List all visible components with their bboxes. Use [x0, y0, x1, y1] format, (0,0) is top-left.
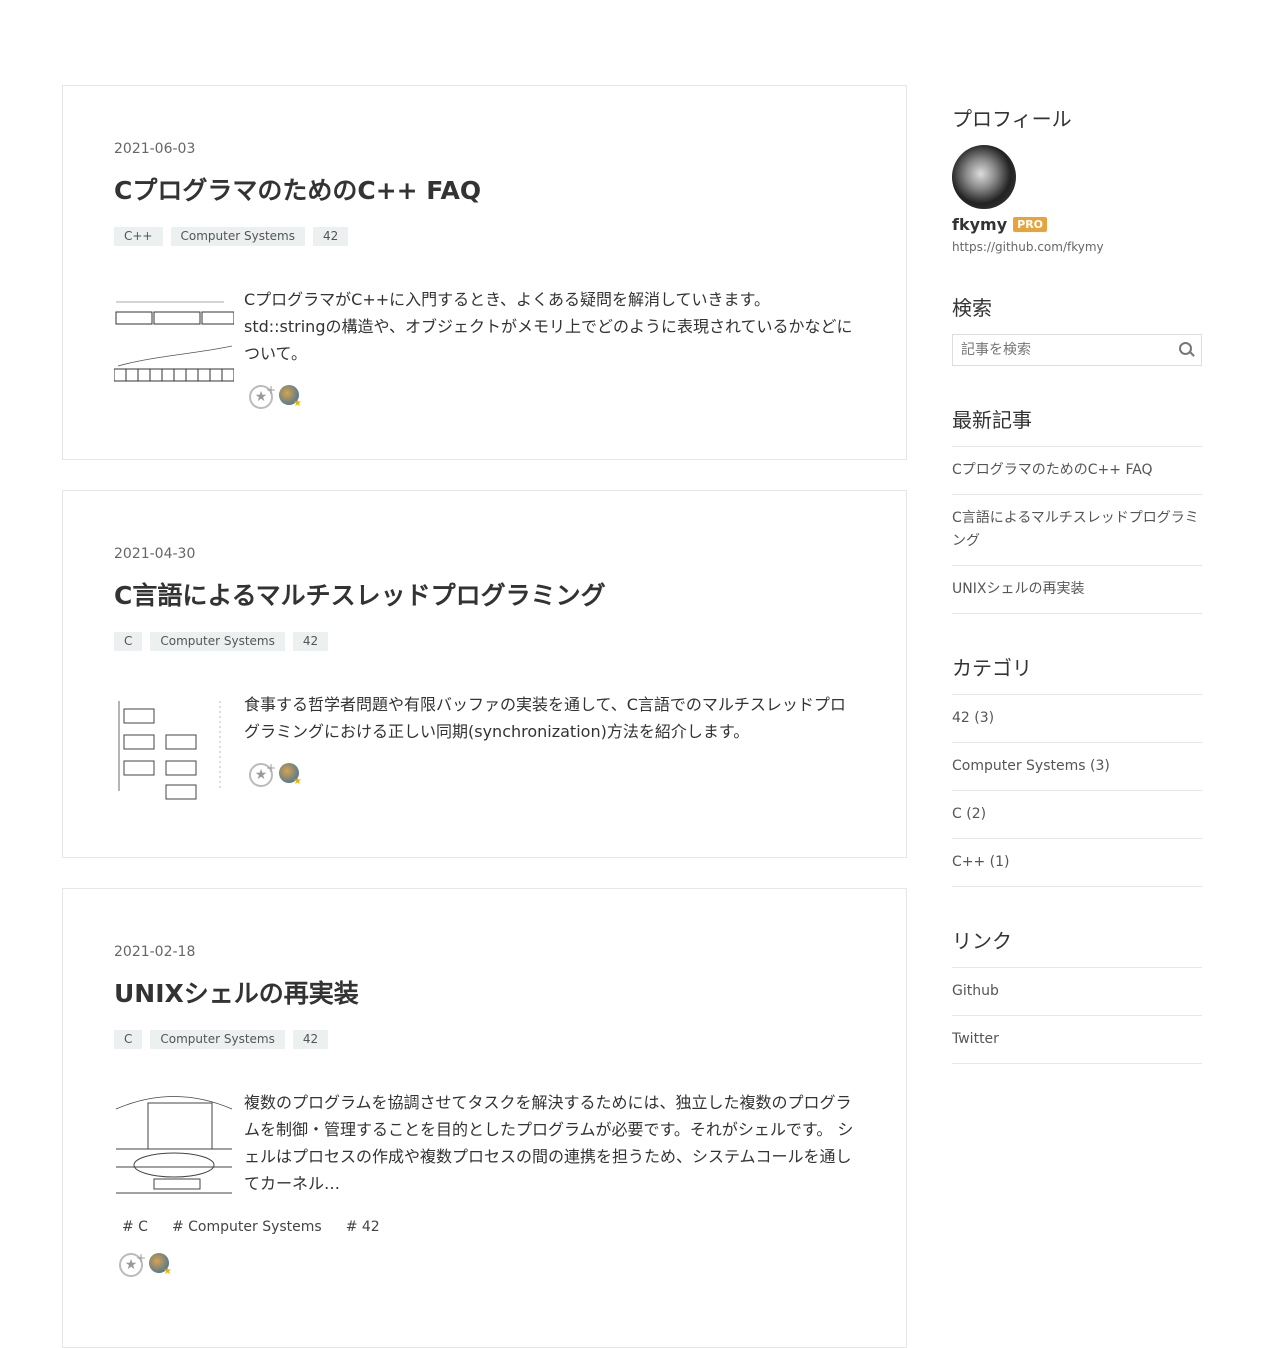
search-icon[interactable] — [1179, 342, 1195, 358]
article-card: 2021-04-30 C言語によるマルチスレッドプログラミング C Comput… — [62, 490, 907, 858]
profile-name[interactable]: fkymy — [952, 215, 1007, 234]
article-summary: 複数のプログラムを協調させてタスクを解決するためには、独立した複数のプログラムを… — [244, 1093, 854, 1193]
tag[interactable]: C++ — [114, 227, 163, 246]
recent-module: 最新記事 CプログラマのためのC++ FAQ C言語によるマルチスレッドプログラ… — [952, 406, 1202, 614]
article-thumbnail[interactable] — [114, 286, 234, 386]
tag[interactable]: C — [114, 632, 143, 651]
star-area: ★ + ★ — [119, 1251, 855, 1277]
article-card: 2021-06-03 CプログラマのためのC++ FAQ C++ Compute… — [62, 85, 907, 460]
recent-item[interactable]: UNIXシェルの再実装 — [952, 566, 1202, 614]
hashtag[interactable]: # 42 — [346, 1219, 380, 1235]
tag[interactable]: C — [114, 1030, 143, 1049]
link-item[interactable]: Twitter — [952, 1016, 1202, 1064]
hashtag[interactable]: # C — [122, 1219, 148, 1235]
recent-item[interactable]: CプログラマのためのC++ FAQ — [952, 447, 1202, 495]
category-module: カテゴリ 42 (3) Computer Systems (3) C (2) C… — [952, 654, 1202, 887]
tag[interactable]: Computer Systems — [170, 227, 305, 246]
links-heading: リンク — [952, 929, 1012, 953]
category-item[interactable]: C++ (1) — [952, 839, 1202, 887]
article-card: 2021-02-18 UNIXシェルの再実装 C Computer System… — [62, 888, 907, 1348]
pro-badge: PRO — [1013, 217, 1048, 232]
category-item[interactable]: Computer Systems (3) — [952, 743, 1202, 791]
tag[interactable]: Computer Systems — [150, 1030, 285, 1049]
links-module: リンク Github Twitter — [952, 927, 1202, 1064]
search-input[interactable] — [959, 341, 1179, 359]
recent-heading: 最新記事 — [952, 408, 1032, 432]
tag[interactable]: 42 — [312, 227, 349, 246]
category-list: 42 (3) Computer Systems (3) C (2) C++ (1… — [952, 694, 1202, 887]
article-date[interactable]: 2021-02-18 — [114, 944, 855, 960]
sidebar: プロフィール fkymy PRO https://github.com/fkym… — [952, 105, 1202, 1104]
article-date[interactable]: 2021-06-03 — [114, 141, 855, 157]
star-user-avatar[interactable]: ★ — [279, 385, 302, 409]
hashtag[interactable]: # Computer Systems — [172, 1219, 322, 1235]
link-item[interactable]: Github — [952, 968, 1202, 1016]
star-add-icon[interactable]: ★ + — [249, 383, 276, 409]
article-summary: 食事する哲学者問題や有限バッファの実装を通して、C言語でのマルチスレッドプログラ… — [244, 695, 846, 741]
article-title[interactable]: CプログラマのためのC++ FAQ — [114, 175, 855, 207]
search-module: 検索 — [952, 294, 1202, 366]
tag[interactable]: Computer Systems — [150, 632, 285, 651]
article-tags: C++ Computer Systems 42 — [114, 227, 855, 246]
article-tags: C Computer Systems 42 — [114, 632, 855, 651]
category-item[interactable]: C (2) — [952, 791, 1202, 839]
avatar[interactable] — [952, 145, 1016, 209]
article-tags: C Computer Systems 42 — [114, 1030, 855, 1049]
recent-list: CプログラマのためのC++ FAQ C言語によるマルチスレッドプログラミング U… — [952, 446, 1202, 614]
links-list: Github Twitter — [952, 967, 1202, 1064]
search-heading: 検索 — [952, 296, 992, 320]
tag[interactable]: 42 — [292, 632, 329, 651]
star-user-avatar[interactable]: ★ — [279, 763, 302, 787]
profile-name-row: fkymy PRO — [952, 215, 1202, 234]
article-date[interactable]: 2021-04-30 — [114, 546, 855, 562]
article-summary: CプログラマがC++に入門するとき、よくある疑問を解消していきます。 std::… — [244, 290, 853, 363]
article-thumbnail[interactable] — [114, 1089, 234, 1199]
star-user-avatar[interactable]: ★ — [149, 1253, 172, 1277]
star-area: ★ + ★ — [249, 383, 854, 409]
article-thumbnail[interactable] — [114, 691, 234, 801]
article-title[interactable]: C言語によるマルチスレッドプログラミング — [114, 580, 855, 612]
page: 2021-06-03 CプログラマのためのC++ FAQ C++ Compute… — [0, 0, 1284, 1348]
star-add-icon[interactable]: ★ + — [249, 761, 276, 787]
category-heading: カテゴリ — [952, 656, 1032, 680]
article-list: 2021-06-03 CプログラマのためのC++ FAQ C++ Compute… — [62, 85, 907, 1348]
article-hashtags: # C # Computer Systems # 42 — [122, 1219, 855, 1235]
recent-item[interactable]: C言語によるマルチスレッドプログラミング — [952, 495, 1202, 566]
search-box — [952, 334, 1202, 366]
category-item[interactable]: 42 (3) — [952, 695, 1202, 743]
star-add-icon[interactable]: ★ + — [119, 1251, 146, 1277]
profile-url[interactable]: https://github.com/fkymy — [952, 240, 1202, 254]
profile-heading: プロフィール — [952, 107, 1072, 131]
profile-module: プロフィール fkymy PRO https://github.com/fkym… — [952, 105, 1202, 254]
tag[interactable]: 42 — [292, 1030, 329, 1049]
star-area: ★ + ★ — [249, 761, 854, 787]
article-title[interactable]: UNIXシェルの再実装 — [114, 978, 855, 1010]
